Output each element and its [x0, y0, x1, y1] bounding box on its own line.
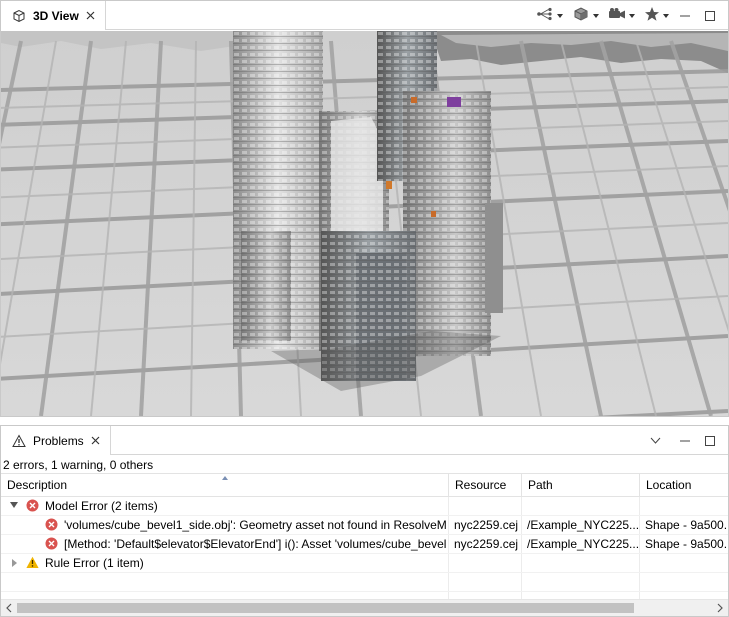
table-row[interactable]: [Method: 'Default$elevator$ElevatorEnd']… [1, 535, 728, 553]
chevron-down-icon [593, 13, 599, 18]
problems-panel: Problems 2 errors, 1 warning, 0 others D… [0, 425, 729, 617]
expand-toggle-icon[interactable] [12, 559, 17, 567]
tab-3d-view-label: 3D View [33, 8, 79, 23]
view-menu-button[interactable] [650, 434, 661, 448]
scene-graph-icon [536, 7, 554, 24]
warning-triangle-icon [11, 433, 27, 449]
render-mode-dropdown[interactable] [572, 6, 599, 25]
chevron-down-icon [629, 13, 635, 18]
city-model-render [1, 31, 728, 416]
row-divider [1, 591, 728, 592]
cube-outline-icon [11, 8, 27, 24]
close-icon[interactable] [90, 435, 102, 447]
sort-ascending-icon [222, 476, 228, 480]
camera-icon [608, 7, 626, 24]
tab-problems[interactable]: Problems [1, 426, 111, 455]
tab-3d-view[interactable]: 3D View [1, 1, 106, 30]
tab-problems-label: Problems [33, 433, 84, 448]
minimize-button[interactable] [678, 9, 692, 23]
expand-toggle-icon[interactable] [10, 502, 18, 508]
scroll-right-icon[interactable] [715, 603, 725, 613]
problem-description: 'volumes/cube_bevel1_side.obj': Geometry… [64, 518, 447, 532]
bookmarks-dropdown[interactable] [644, 6, 669, 25]
camera-dropdown[interactable] [608, 7, 635, 24]
problems-toolbar [650, 426, 728, 455]
column-header-path[interactable]: Path [522, 474, 640, 496]
maximize-button[interactable] [703, 434, 717, 448]
column-header-resource[interactable]: Resource [449, 474, 522, 496]
problem-path: /Example_NYC225... [527, 518, 639, 532]
problems-summary: 2 errors, 1 warning, 0 others [3, 458, 154, 472]
column-header-location[interactable]: Location [640, 474, 728, 496]
3d-view-toolbar [536, 1, 728, 30]
scene-graph-dropdown[interactable] [536, 7, 563, 24]
scrollbar-thumb[interactable] [17, 603, 634, 613]
3d-view-tabbar: 3D View [1, 1, 728, 30]
bookmark-star-icon [644, 6, 660, 25]
table-row[interactable]: Rule Error (1 item) [1, 554, 728, 572]
maximize-button[interactable] [703, 9, 717, 23]
error-icon [45, 537, 58, 550]
problem-resource: nyc2259.cej [454, 537, 519, 551]
chevron-down-icon [663, 13, 669, 18]
error-icon [45, 518, 58, 531]
problems-tabbar: Problems [1, 426, 728, 455]
horizontal-scrollbar[interactable] [1, 599, 728, 616]
group-label: Rule Error (1 item) [45, 556, 144, 570]
problem-location: Shape - 9a500... [645, 537, 728, 551]
3d-view-panel: 3D View [0, 0, 729, 417]
error-icon [26, 499, 39, 512]
problem-path: /Example_NYC225... [527, 537, 639, 551]
minimize-button[interactable] [678, 434, 692, 448]
warning-icon [26, 556, 39, 569]
chevron-down-icon [557, 13, 563, 18]
problem-resource: nyc2259.cej [454, 518, 519, 532]
table-header: Description Resource Path Location [1, 473, 728, 497]
table-row[interactable]: 'volumes/cube_bevel1_side.obj': Geometry… [1, 516, 728, 534]
problem-location: Shape - 9a500... [645, 518, 728, 532]
row-divider [1, 572, 728, 573]
close-icon[interactable] [85, 10, 97, 22]
problem-description: [Method: 'Default$elevator$ElevatorEnd']… [64, 537, 447, 551]
group-label: Model Error (2 items) [45, 499, 158, 513]
chevron-down-icon [650, 434, 661, 448]
table-row[interactable]: Model Error (2 items) [1, 497, 728, 515]
render-cube-icon [572, 6, 590, 25]
3d-viewport[interactable] [1, 31, 728, 416]
problems-table: Description Resource Path Location Model… [1, 473, 728, 600]
scroll-left-icon[interactable] [4, 603, 14, 613]
